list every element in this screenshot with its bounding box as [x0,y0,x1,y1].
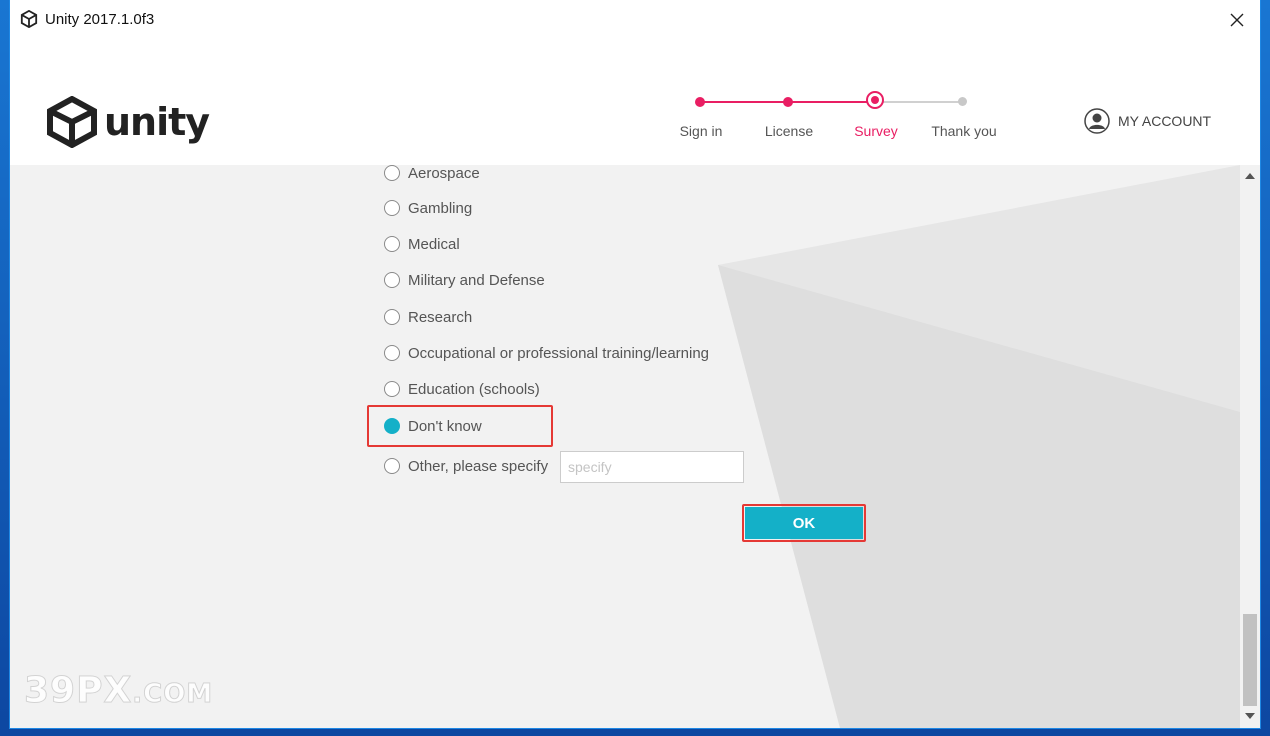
my-account-button[interactable]: MY ACCOUNT [1084,108,1211,134]
radio-other[interactable] [384,458,400,474]
option-military-defense[interactable]: Military and Defense [384,268,545,292]
unity-hub-window: Unity 2017.1.0f3 unity Sign in License S… [10,0,1260,728]
logo-text: unity [104,100,210,144]
radio-research[interactable] [384,309,400,325]
scroll-thumb[interactable] [1243,614,1257,706]
step-label-license: License [764,123,814,139]
radio-aerospace[interactable] [384,165,400,181]
option-occupational-training[interactable]: Occupational or professional training/le… [384,341,709,365]
step-dot-thank-you [958,97,967,106]
title-bar: Unity 2017.1.0f3 [10,0,1260,40]
radio-military-defense[interactable] [384,272,400,288]
radio-education[interactable] [384,381,400,397]
radio-gambling[interactable] [384,200,400,216]
option-research[interactable]: Research [384,305,472,329]
unity-logo: unity [46,96,210,148]
user-avatar-icon [1084,108,1110,134]
vertical-scrollbar[interactable] [1240,165,1260,728]
step-dot-license [783,97,793,107]
background-decoration [718,165,1240,728]
step-label-sign-in: Sign in [679,123,723,139]
close-button[interactable] [1214,0,1260,40]
ok-button[interactable]: OK [745,507,863,539]
option-education[interactable]: Education (schools) [384,377,540,401]
scroll-down-arrow-icon[interactable] [1245,713,1255,719]
option-gambling[interactable]: Gambling [384,196,472,220]
scroll-up-arrow-icon[interactable] [1245,173,1255,179]
watermark: 39PX.COM [23,670,214,712]
close-icon [1230,13,1244,27]
survey-content: Aerospace Gambling Medical Military and … [10,165,1260,728]
step-label-thank-you: Thank you [931,123,997,139]
stepper-line-pending [876,101,964,103]
my-account-label: MY ACCOUNT [1118,113,1212,129]
progress-stepper: Sign in License Survey Thank you [660,88,1000,148]
specify-input[interactable] [560,451,744,483]
unity-cube-icon [47,96,97,148]
window-title: Unity 2017.1.0f3 [45,11,155,28]
header: unity Sign in License Survey Thank you M… [10,40,1260,165]
option-medical[interactable]: Medical [384,232,460,256]
radio-medical[interactable] [384,236,400,252]
step-dot-survey [866,91,884,109]
option-other[interactable]: Other, please specify [384,454,548,478]
radio-occupational-training[interactable] [384,345,400,361]
step-label-survey: Survey [854,123,898,139]
highlight-dont-know [367,405,553,447]
option-aerospace[interactable]: Aerospace [384,165,480,185]
unity-app-icon [20,10,38,28]
step-dot-sign-in [695,97,705,107]
